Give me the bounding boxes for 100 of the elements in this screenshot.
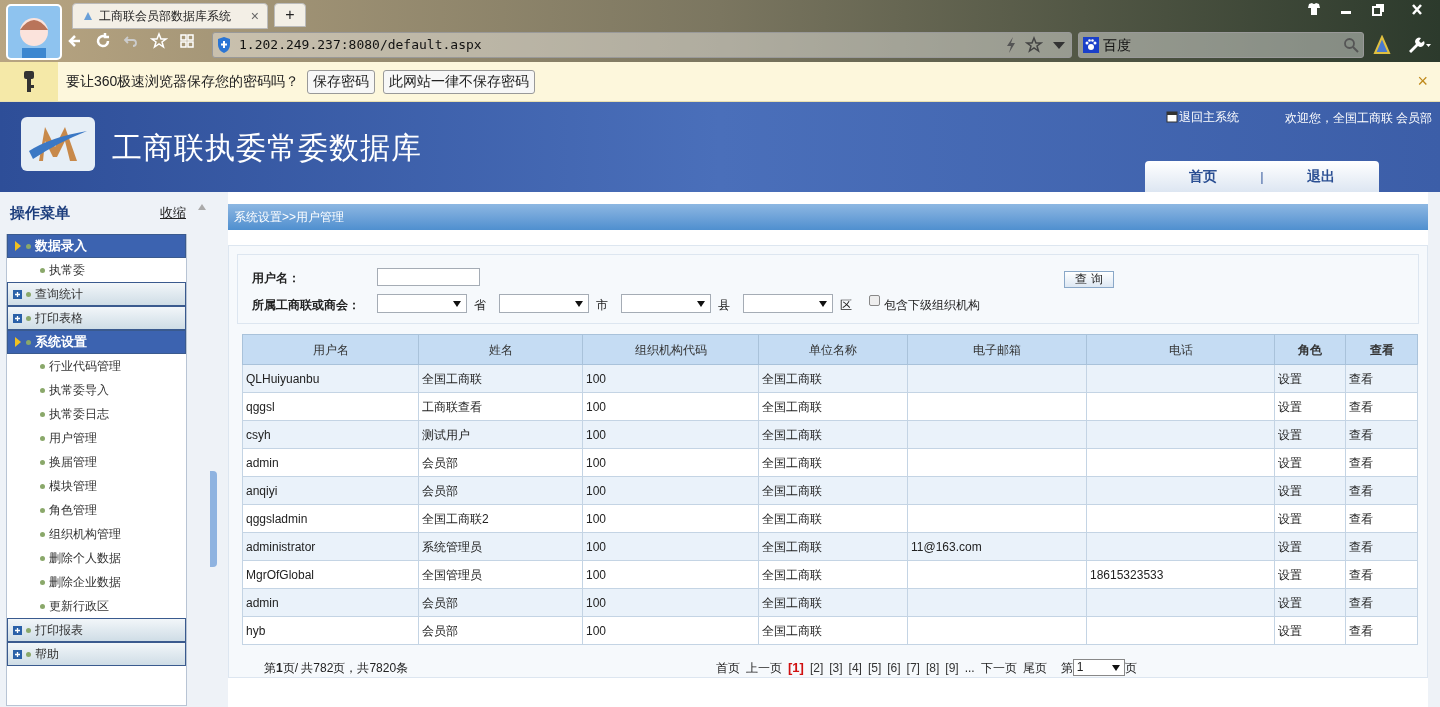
table-link[interactable]: 查看 [1345,588,1418,617]
table-link[interactable]: 设置 [1274,448,1346,477]
dropdown-arrow-icon [575,301,583,307]
dropdown-arrow-icon[interactable] [1051,40,1067,50]
table-link[interactable]: 查看 [1345,448,1418,477]
menu-item[interactable]: 组织机构管理 [7,522,186,546]
next-page-link[interactable]: 下一页 [980,658,1017,677]
menu-group-header[interactable]: 数据录入 [7,234,186,258]
nav-link[interactable]: 首页 [1145,166,1261,187]
table-link[interactable]: 设置 [1274,616,1346,645]
region-select[interactable] [743,294,833,313]
breadcrumb-bar: 系统设置>>用户管理 [228,204,1428,230]
table-link[interactable]: 设置 [1274,588,1346,617]
grid-icon[interactable] [178,32,196,50]
table-link[interactable]: 设置 [1274,364,1346,393]
page-link[interactable]: [9] [945,658,959,677]
reload-icon[interactable] [94,32,112,50]
menu-item[interactable]: 用户管理 [7,426,186,450]
save-password-button[interactable]: 保存密码 [307,69,376,94]
menu-item-label: 组织机构管理 [49,526,121,543]
page-link[interactable]: [8] [925,658,940,677]
menu-group-label: 查询统计 [35,286,83,303]
menu-group-header[interactable]: 查询统计 [7,282,186,306]
collapse-handle[interactable] [210,471,217,567]
table-link[interactable]: 设置 [1274,392,1346,421]
page-link[interactable]: [5] [867,658,882,677]
table-cell: 100 [582,476,759,505]
menu-item[interactable]: 换届管理 [7,450,186,474]
menu-group-header[interactable]: 打印表格 [7,306,186,330]
menu-group-header[interactable]: 系统设置 [7,330,186,354]
new-tab-button[interactable]: + [274,3,306,27]
table-link[interactable]: 查看 [1345,532,1418,561]
table-link[interactable]: 设置 [1274,476,1346,505]
restore-icon[interactable] [1369,1,1387,19]
menu-item[interactable]: 更新行政区 [7,594,186,618]
menu-group-header[interactable]: 打印报表 [7,618,186,642]
avatar-icon[interactable] [6,4,62,60]
close-tab-button[interactable]: × [250,5,259,27]
page-link[interactable]: [1] [788,658,804,678]
address-bar[interactable]: 1.202.249.237:8080/default.aspx [212,32,1072,58]
plus-box-icon [13,625,22,635]
lightning-icon[interactable] [1005,37,1017,53]
table-link[interactable]: 查看 [1345,504,1418,533]
menu-item[interactable]: 删除企业数据 [7,570,186,594]
last-page-link[interactable]: 尾页 [1022,658,1047,677]
menu-item[interactable]: 模块管理 [7,474,186,498]
page-link[interactable]: [7] [906,658,920,677]
star-icon[interactable] [1025,36,1043,54]
nav-link[interactable]: 退出 [1263,166,1379,187]
table-cell: admin [242,588,419,617]
back-to-main-link[interactable]: 退回主系统 [1179,108,1239,126]
search-engine-label: 百度 [1103,35,1132,55]
user-badge-icon[interactable] [1372,35,1392,55]
scroll-up-arrow-icon[interactable] [198,204,206,210]
page-link[interactable]: [2] [809,658,824,677]
table-cell: admin [242,448,419,477]
page-select[interactable]: 1 [1072,659,1125,677]
page-link[interactable]: [3] [829,658,843,677]
region-select[interactable] [621,294,711,313]
region-select[interactable] [499,294,589,313]
table-link[interactable]: 设置 [1274,560,1346,589]
collapse-link[interactable]: 收缩 [160,203,186,223]
menu-item[interactable]: 角色管理 [7,498,186,522]
page-link[interactable]: [4] [848,658,862,677]
table-link[interactable]: 设置 [1274,504,1346,533]
include-sub-checkbox[interactable] [869,295,880,306]
menu-item[interactable]: 执常委日志 [7,402,186,426]
menu-item[interactable]: 执常委 [7,258,186,282]
first-page-link[interactable]: 首页 [716,658,740,677]
ellipsis-text: ... [964,659,975,677]
browser-tab[interactable]: 工商联会员部数据库系统 × [72,3,268,29]
table-cell: 会员部 [418,616,583,645]
save-password-button[interactable]: 此网站一律不保存密码 [383,69,536,94]
username-input[interactable] [377,268,480,286]
username-label: 用户名： [252,270,300,287]
table-link[interactable]: 查看 [1345,616,1418,645]
table-link[interactable]: 查看 [1345,476,1418,505]
previous-page-link[interactable]: 上一页 [746,658,782,677]
menu-item[interactable]: 删除个人数据 [7,546,186,570]
table-link[interactable]: 查看 [1345,420,1418,449]
bullet-icon [40,387,45,393]
region-unit-label: 区 [840,297,852,314]
page-link[interactable]: [6] [887,658,901,677]
search-field[interactable]: 百度 [1078,32,1364,58]
column-header: 查看 [1345,334,1418,365]
table-link[interactable]: 查看 [1345,392,1418,421]
table-link[interactable]: 查看 [1345,560,1418,589]
region-select[interactable] [377,294,467,313]
table-link[interactable]: 查看 [1345,364,1418,393]
table-link[interactable]: 设置 [1274,532,1346,561]
window-icon [1166,111,1178,123]
search-icon[interactable] [1343,37,1359,53]
table-link[interactable]: 设置 [1274,420,1346,449]
query-button[interactable]: 查 询 [1064,271,1114,288]
menu-group-label: 打印表格 [35,310,83,327]
menu-item[interactable]: 行业代码管理 [7,354,186,378]
menu-group-header[interactable]: 帮助 [7,642,186,666]
menu-item[interactable]: 执常委导入 [7,378,186,402]
table-cell: 全国工商联2 [418,504,583,533]
table-cell: QLHuiyuanbu [242,364,419,393]
